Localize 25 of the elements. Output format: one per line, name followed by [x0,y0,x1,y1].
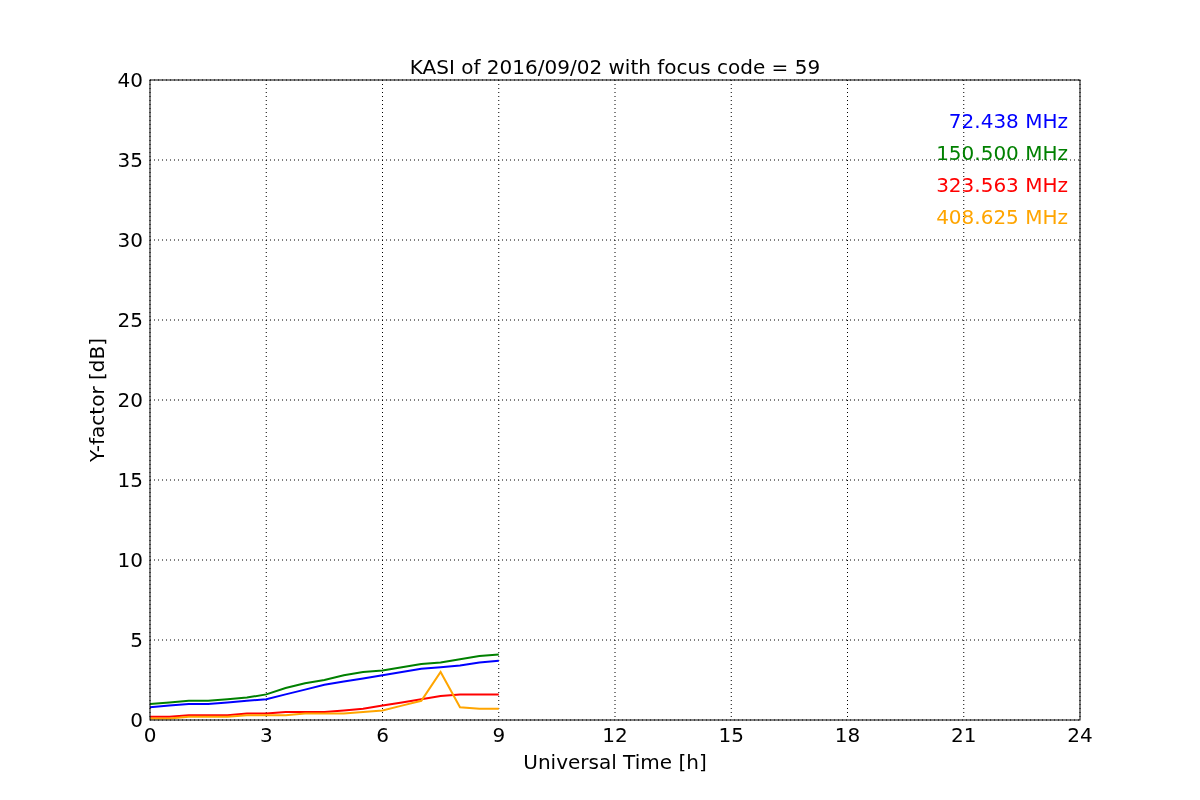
legend-label: 72.438 MHz [948,109,1068,133]
y-tick-label: 35 [117,148,143,172]
x-tick-label: 9 [492,723,506,747]
x-axis-label: Universal Time [h] [523,750,707,774]
x-tick-label: 15 [718,723,744,747]
legend-label: 408.625 MHz [936,205,1068,229]
x-tick-label: 6 [376,723,389,747]
y-axis-label: Y-factor [dB] [85,338,109,462]
x-tick-label: 24 [1067,723,1093,747]
legend-label: 323.563 MHz [936,173,1068,197]
y-tick-label: 30 [117,228,143,252]
y-tick-label: 40 [117,68,143,92]
y-tick-label: 20 [117,388,143,412]
y-tick-label: 15 [117,468,143,492]
y-tick-label: 10 [117,548,143,572]
x-tick-label: 18 [834,723,861,747]
x-tick-label: 21 [951,723,977,747]
x-tick-label: 3 [259,723,273,747]
y-tick-label: 0 [130,708,143,732]
x-tick-label: 0 [143,723,157,747]
legend-label: 150.500 MHz [936,141,1068,165]
y-tick-label: 5 [130,628,143,652]
chart-title: KASI of 2016/09/02 with focus code = 59 [409,55,821,79]
y-tick-label: 25 [117,308,143,332]
x-tick-label: 12 [602,723,628,747]
